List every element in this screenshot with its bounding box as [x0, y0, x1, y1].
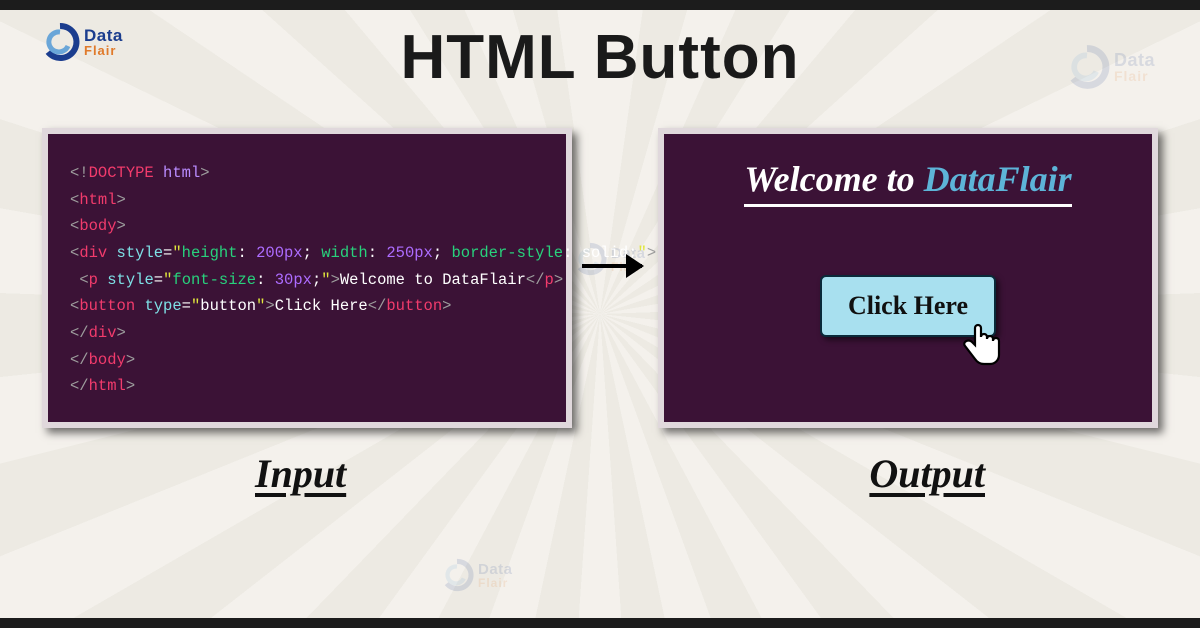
arrow-right-icon [582, 264, 642, 268]
brand-watermark-icon: DataFlair [440, 558, 513, 592]
output-preview-panel: Welcome to DataFlair Click Here [658, 128, 1158, 428]
code-block: <!DOCTYPE html> <html> <body> <div style… [70, 160, 546, 400]
output-heading: Welcome to DataFlair [744, 158, 1071, 207]
output-caption: Output [869, 450, 985, 497]
output-heading-brand: DataFlair [924, 159, 1072, 199]
page-title: HTML Button [0, 22, 1200, 93]
page-border-bottom [0, 618, 1200, 628]
page-border-top [0, 0, 1200, 10]
cursor-hand-icon [960, 321, 1004, 373]
input-code-panel: <!DOCTYPE html> <html> <body> <div style… [42, 128, 572, 428]
output-heading-prefix: Welcome to [744, 159, 923, 199]
input-caption: Input [255, 450, 346, 497]
